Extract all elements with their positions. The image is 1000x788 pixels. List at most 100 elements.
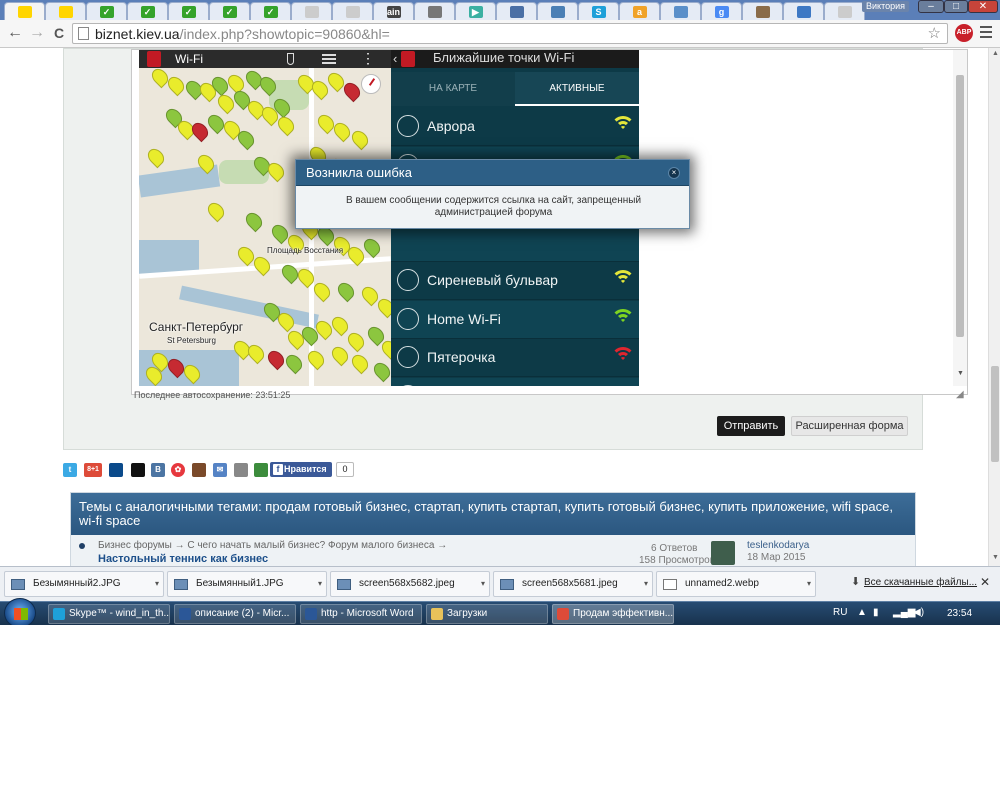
browser-tab[interactable] bbox=[660, 2, 701, 20]
wifi-point-name: Сиреневый бульвар bbox=[427, 272, 558, 288]
volume-icon[interactable]: ◀) bbox=[913, 607, 924, 618]
page-scroll-thumb[interactable] bbox=[991, 366, 999, 462]
browser-tab[interactable] bbox=[742, 2, 783, 20]
send-button[interactable]: Отправить bbox=[717, 416, 785, 436]
map-pin-icon[interactable] bbox=[348, 127, 372, 151]
chrome-menu-icon[interactable] bbox=[980, 26, 992, 40]
browser-tab[interactable] bbox=[824, 2, 865, 20]
battery-icon[interactable]: ▮ bbox=[873, 607, 879, 618]
check-icon: ✓ bbox=[140, 5, 155, 18]
facebook-like-button[interactable]: f Нравится bbox=[270, 462, 332, 477]
resize-handle-icon[interactable]: ◢ bbox=[956, 389, 966, 400]
browser-tab[interactable]: ain bbox=[373, 2, 414, 20]
tree-icon bbox=[397, 269, 419, 291]
browser-tab[interactable] bbox=[414, 2, 455, 20]
scroll-up-icon[interactable]: ▲ bbox=[992, 50, 999, 57]
download-menu-icon[interactable]: ▾ bbox=[318, 579, 322, 588]
apple-icon bbox=[427, 5, 442, 18]
browser-tab[interactable] bbox=[291, 2, 332, 20]
forward-button[interactable]: → bbox=[28, 24, 46, 42]
browser-tab[interactable] bbox=[496, 2, 537, 20]
download-item[interactable]: screen568x5681.jpeg ▾ bbox=[493, 571, 653, 597]
topic-breadcrumb[interactable]: Бизнес форумы → С чего начать малый бизн… bbox=[98, 540, 447, 551]
download-item[interactable]: unnamed2.webp ▾ bbox=[656, 571, 816, 597]
bookmark-star-icon[interactable]: ☆ bbox=[928, 24, 941, 43]
adblock-plus-icon[interactable]: ABP bbox=[955, 24, 973, 42]
scroll-down-icon[interactable]: ▼ bbox=[957, 370, 964, 377]
language-indicator[interactable]: RU bbox=[833, 607, 847, 618]
download-item[interactable]: Безымянный2.JPG ▾ bbox=[4, 571, 164, 597]
map-pin-icon[interactable] bbox=[348, 351, 372, 375]
delicious-icon[interactable] bbox=[109, 463, 123, 477]
browser-tab[interactable]: ✓ bbox=[127, 2, 168, 20]
browser-tab[interactable] bbox=[4, 2, 45, 20]
close-window-button[interactable]: ✕ bbox=[968, 0, 998, 13]
delicious-alt-icon[interactable] bbox=[131, 463, 145, 477]
taskbar-item[interactable]: Skype™ - wind_in_th... bbox=[48, 604, 170, 624]
browser-tab[interactable]: g bbox=[701, 2, 742, 20]
close-icon[interactable]: × bbox=[668, 167, 680, 179]
browser-tab[interactable]: ✓ bbox=[86, 2, 127, 20]
download-icon[interactable] bbox=[254, 463, 268, 477]
back-button[interactable]: ← bbox=[6, 24, 24, 42]
avatar[interactable] bbox=[711, 541, 735, 565]
close-downloads-button[interactable]: ✕ bbox=[980, 575, 990, 589]
browser-tab[interactable] bbox=[45, 2, 86, 20]
scroll-down-icon[interactable]: ▼ bbox=[992, 554, 999, 561]
map-pin-icon[interactable] bbox=[264, 347, 288, 371]
download-menu-icon[interactable]: ▾ bbox=[481, 579, 485, 588]
download-item[interactable]: Безымянный1.JPG ▾ bbox=[167, 571, 327, 597]
download-menu-icon[interactable]: ▾ bbox=[644, 579, 648, 588]
compass-icon[interactable] bbox=[361, 74, 381, 94]
email-icon[interactable]: ✉ bbox=[213, 463, 227, 477]
download-menu-icon[interactable]: ▾ bbox=[807, 579, 811, 588]
map-pin-icon[interactable] bbox=[328, 343, 352, 367]
minimize-button[interactable]: – bbox=[918, 0, 944, 13]
editor-scroll-thumb[interactable] bbox=[956, 75, 964, 337]
profile-name-badge[interactable]: Виктория bbox=[862, 1, 910, 12]
map-pin-icon[interactable] bbox=[344, 329, 368, 353]
google-plus-icon[interactable]: 8+1 bbox=[84, 463, 102, 477]
print-icon[interactable] bbox=[234, 463, 248, 477]
start-button[interactable] bbox=[4, 598, 36, 628]
map-pin-icon[interactable] bbox=[370, 359, 391, 383]
address-bar[interactable]: biznet.kiev.ua/index.php?showtopic=90860… bbox=[72, 23, 948, 44]
browser-tab[interactable] bbox=[332, 2, 373, 20]
vk-icon[interactable]: В bbox=[151, 463, 165, 477]
map-pin-icon[interactable] bbox=[310, 279, 334, 303]
reload-button[interactable]: C bbox=[50, 24, 68, 42]
maximize-button[interactable]: □ bbox=[944, 0, 968, 13]
browser-tab[interactable]: ▶ bbox=[455, 2, 496, 20]
map-pin-icon[interactable] bbox=[242, 209, 266, 233]
moimir-icon[interactable] bbox=[192, 463, 206, 477]
taskbar-item[interactable]: Загрузки bbox=[426, 604, 548, 624]
browser-tab[interactable]: ✓ bbox=[250, 2, 291, 20]
download-menu-icon[interactable]: ▾ bbox=[155, 579, 159, 588]
all-downloads-link[interactable]: Все скачанные файлы... bbox=[864, 577, 977, 588]
taskbar-item[interactable]: описание (2) - Micr... bbox=[174, 604, 296, 624]
map-pin-icon[interactable] bbox=[204, 199, 228, 223]
browser-tab[interactable] bbox=[783, 2, 824, 20]
map-pin-icon[interactable] bbox=[144, 145, 168, 169]
taskbar-item[interactable]: Продам эффективн... bbox=[552, 604, 674, 624]
browser-tab[interactable]: ✓ bbox=[209, 2, 250, 20]
topic-title-link[interactable]: Настольный теннис как бизнес bbox=[98, 553, 268, 565]
browser-tab[interactable]: a bbox=[619, 2, 660, 20]
page-scrollbar[interactable]: ▲ ▼ bbox=[988, 48, 1000, 566]
map-pin-icon[interactable] bbox=[334, 279, 358, 303]
browser-tab[interactable]: S bbox=[578, 2, 619, 20]
map-pin-icon[interactable] bbox=[282, 351, 306, 375]
taskbar-item[interactable]: http - Microsoft Word bbox=[300, 604, 422, 624]
browser-tab[interactable] bbox=[537, 2, 578, 20]
image-file-icon bbox=[11, 579, 25, 590]
clock[interactable]: 23:54 bbox=[947, 608, 972, 619]
twitter-icon[interactable]: t bbox=[63, 463, 77, 477]
taskbar-item-label: описание (2) - Micr... bbox=[195, 608, 290, 619]
browser-tab[interactable]: ✓ bbox=[168, 2, 209, 20]
topic-author-link[interactable]: teslenkodarya bbox=[747, 540, 809, 551]
advanced-form-button[interactable]: Расширенная форма bbox=[791, 416, 908, 436]
download-item[interactable]: screen568x5682.jpeg ▾ bbox=[330, 571, 490, 597]
editor-scrollbar[interactable]: ▼ bbox=[953, 50, 967, 386]
tray-expand-icon[interactable]: ▲ bbox=[857, 607, 867, 618]
favorites-icon[interactable]: ✿ bbox=[171, 463, 185, 477]
